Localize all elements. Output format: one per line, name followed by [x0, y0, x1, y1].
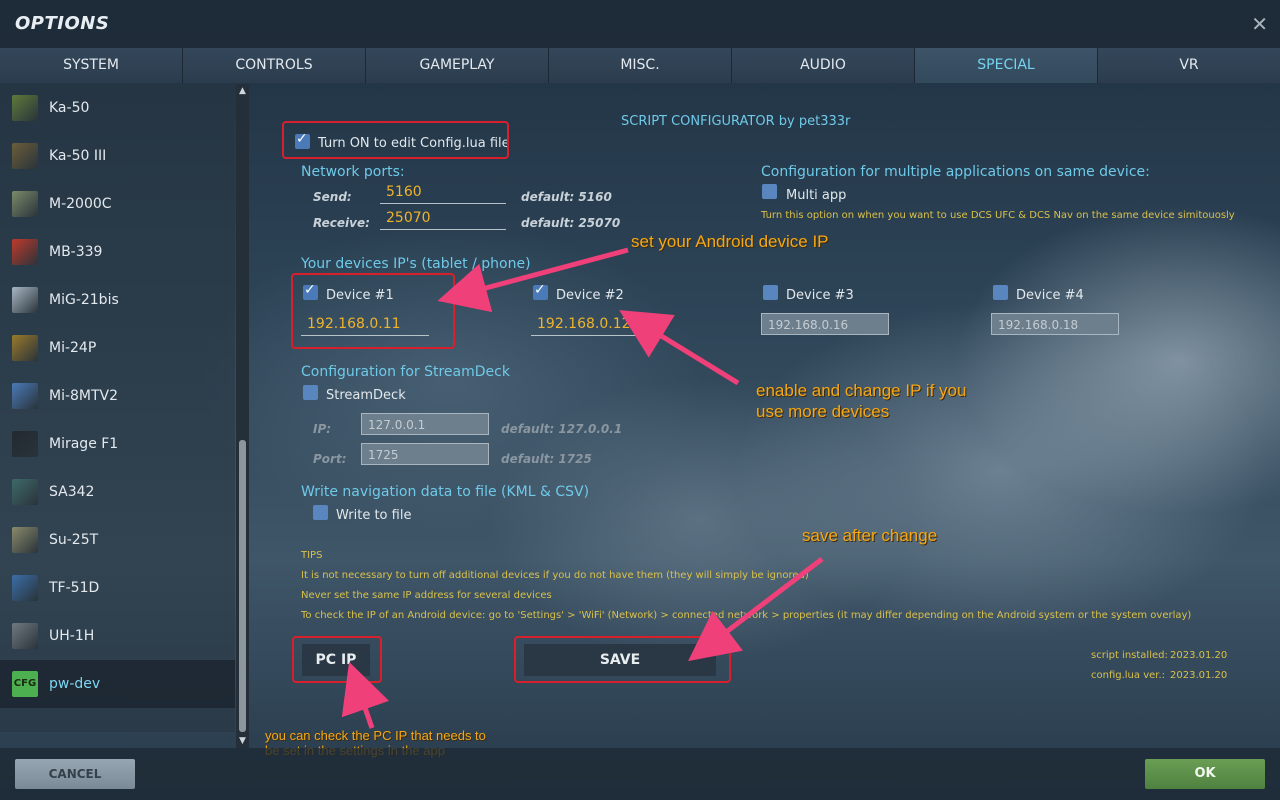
cancel-button[interactable]: CANCEL — [15, 759, 135, 789]
arrow-to-device-1 — [437, 247, 629, 313]
annotation-set-android: set your Android device IP — [631, 232, 829, 251]
footer-bar: CANCEL OK — [0, 748, 1280, 800]
annotation-enable-more-2: use more devices — [756, 402, 890, 421]
annotation-pc-ip-1: you can check the PC IP that needs to — [265, 728, 486, 743]
arrow-to-save — [688, 557, 824, 662]
arrow-to-pc-ip — [341, 661, 390, 729]
ok-button[interactable]: OK — [1145, 759, 1265, 789]
annotation-arrows — [341, 247, 824, 729]
annotation-save-after: save after change — [802, 526, 938, 545]
annotation-enable-more-1: enable and change IP if you — [756, 381, 967, 400]
arrow-to-device-2 — [619, 310, 740, 386]
